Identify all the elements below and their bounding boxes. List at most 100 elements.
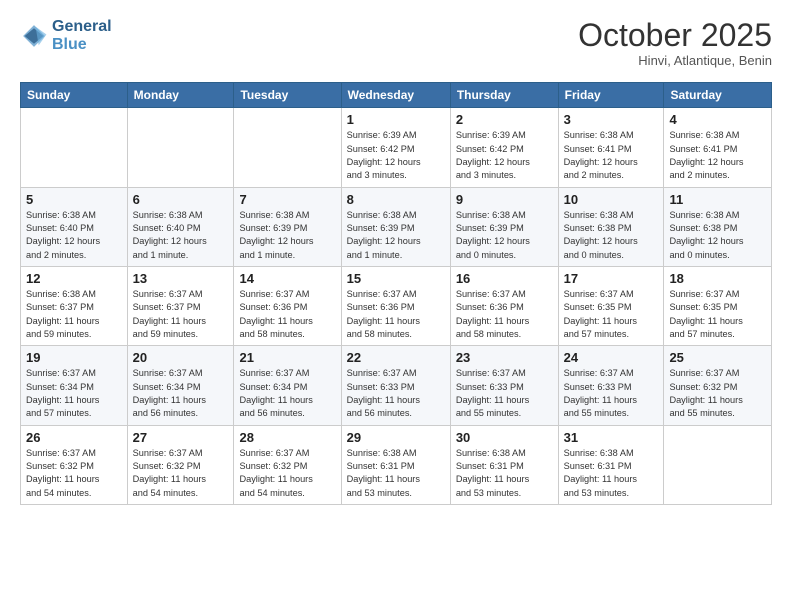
calendar-cell: 2Sunrise: 6:39 AM Sunset: 6:42 PM Daylig… [450, 108, 558, 187]
page: General Blue October 2025 Hinvi, Atlanti… [0, 0, 792, 523]
day-number: 15 [347, 271, 445, 286]
day-info: Sunrise: 6:39 AM Sunset: 6:42 PM Dayligh… [456, 129, 553, 182]
day-info: Sunrise: 6:39 AM Sunset: 6:42 PM Dayligh… [347, 129, 445, 182]
logo-text: General Blue [52, 18, 112, 53]
week-row-3: 12 Sunrise: 6:38 AM Sunset: 6:37 PM Dayli… [21, 266, 772, 345]
day-info: Sunrise: 6:37 AM Sunset: 6:34 PM Dayligh… [239, 367, 335, 420]
day-info: Sunrise: 6:38 AM Sunset: 6:40 PM Dayligh… [133, 209, 229, 262]
calendar-cell: 29 Sunrise: 6:38 AM Sunset: 6:31 PM Dayli… [341, 425, 450, 504]
day-number: 7 [239, 192, 335, 207]
day-info: Sunrise: 6:38 AM Sunset: 6:38 PM Dayligh… [564, 209, 659, 262]
calendar-cell: 22Sunrise: 6:37 AM Sunset: 6:33 PM Dayli… [341, 346, 450, 425]
day-info: Sunrise: 6:37 AM Sunset: 6:32 PM Dayligh… [239, 447, 335, 500]
day-info: Sunrise: 6:37 AM Sunset: 6:32 PM Dayligh… [26, 447, 122, 500]
day-number: 25 [669, 350, 766, 365]
calendar-cell: 23 Sunrise: 6:37 AM Sunset: 6:33 PM Dayli… [450, 346, 558, 425]
day-number: 4 [669, 112, 766, 127]
day-info: Sunrise: 6:37 AM Sunset: 6:36 PM Dayligh… [239, 288, 335, 341]
calendar-cell: 6 Sunrise: 6:38 AM Sunset: 6:40 PM Daylig… [127, 187, 234, 266]
day-number: 14 [239, 271, 335, 286]
day-number: 19 [26, 350, 122, 365]
day-number: 13 [133, 271, 229, 286]
day-info: Sunrise: 6:37 AM Sunset: 6:32 PM Dayligh… [133, 447, 229, 500]
day-number: 10 [564, 192, 659, 207]
day-info: Sunrise: 6:37 AM Sunset: 6:33 PM Dayligh… [456, 367, 553, 420]
weekday-header-sunday: Sunday [21, 83, 128, 108]
day-info: Sunrise: 6:37 AM Sunset: 6:32 PM Dayligh… [669, 367, 766, 420]
day-info: Sunrise: 6:37 AM Sunset: 6:34 PM Dayligh… [26, 367, 122, 420]
calendar-cell: 25 Sunrise: 6:37 AM Sunset: 6:32 PM Dayli… [664, 346, 772, 425]
week-row-5: 26 Sunrise: 6:37 AM Sunset: 6:32 PM Dayli… [21, 425, 772, 504]
day-number: 11 [669, 192, 766, 207]
day-info: Sunrise: 6:37 AM Sunset: 6:37 PM Dayligh… [133, 288, 229, 341]
weekday-header-wednesday: Wednesday [341, 83, 450, 108]
day-number: 12 [26, 271, 122, 286]
calendar-cell: 20 Sunrise: 6:37 AM Sunset: 6:34 PM Dayli… [127, 346, 234, 425]
week-row-4: 19 Sunrise: 6:37 AM Sunset: 6:34 PM Dayli… [21, 346, 772, 425]
day-info: Sunrise: 6:38 AM Sunset: 6:38 PM Dayligh… [669, 209, 766, 262]
day-number: 30 [456, 430, 553, 445]
day-info: Sunrise: 6:37 AM Sunset: 6:36 PM Dayligh… [347, 288, 445, 341]
day-info: Sunrise: 6:38 AM Sunset: 6:37 PM Dayligh… [26, 288, 122, 341]
weekday-header-monday: Monday [127, 83, 234, 108]
calendar-cell: 5 Sunrise: 6:38 AM Sunset: 6:40 PM Daylig… [21, 187, 128, 266]
logo: General Blue [20, 18, 112, 53]
calendar-cell [664, 425, 772, 504]
day-number: 23 [456, 350, 553, 365]
day-info: Sunrise: 6:37 AM Sunset: 6:34 PM Dayligh… [133, 367, 229, 420]
day-info: Sunrise: 6:38 AM Sunset: 6:39 PM Dayligh… [239, 209, 335, 262]
month-title: October 2025 [578, 18, 772, 53]
day-number: 20 [133, 350, 229, 365]
calendar-cell: 1 Sunrise: 6:39 AM Sunset: 6:42 PM Daylig… [341, 108, 450, 187]
location: Hinvi, Atlantique, Benin [578, 53, 772, 68]
calendar-cell: 28 Sunrise: 6:37 AM Sunset: 6:32 PM Dayli… [234, 425, 341, 504]
day-info: Sunrise: 6:37 AM Sunset: 6:33 PM Dayligh… [564, 367, 659, 420]
calendar-cell [127, 108, 234, 187]
day-info: Sunrise: 6:37 AM Sunset: 6:33 PM Dayligh… [347, 367, 445, 420]
day-info: Sunrise: 6:38 AM Sunset: 6:40 PM Dayligh… [26, 209, 122, 262]
weekday-header-friday: Friday [558, 83, 664, 108]
day-number: 28 [239, 430, 335, 445]
calendar-cell: 8 Sunrise: 6:38 AM Sunset: 6:39 PM Daylig… [341, 187, 450, 266]
calendar-cell: 3Sunrise: 6:38 AM Sunset: 6:41 PM Daylig… [558, 108, 664, 187]
day-number: 17 [564, 271, 659, 286]
calendar-cell: 21Sunrise: 6:37 AM Sunset: 6:34 PM Dayli… [234, 346, 341, 425]
day-number: 5 [26, 192, 122, 207]
weekday-header-row: SundayMondayTuesdayWednesdayThursdayFrid… [21, 83, 772, 108]
calendar-cell: 9Sunrise: 6:38 AM Sunset: 6:39 PM Daylig… [450, 187, 558, 266]
calendar-cell: 24Sunrise: 6:37 AM Sunset: 6:33 PM Dayli… [558, 346, 664, 425]
day-number: 8 [347, 192, 445, 207]
day-info: Sunrise: 6:38 AM Sunset: 6:31 PM Dayligh… [347, 447, 445, 500]
day-info: Sunrise: 6:38 AM Sunset: 6:31 PM Dayligh… [456, 447, 553, 500]
calendar: SundayMondayTuesdayWednesdayThursdayFrid… [20, 82, 772, 505]
calendar-cell: 13 Sunrise: 6:37 AM Sunset: 6:37 PM Dayli… [127, 266, 234, 345]
calendar-cell: 16Sunrise: 6:37 AM Sunset: 6:36 PM Dayli… [450, 266, 558, 345]
calendar-cell: 19 Sunrise: 6:37 AM Sunset: 6:34 PM Dayli… [21, 346, 128, 425]
day-number: 29 [347, 430, 445, 445]
title-block: October 2025 Hinvi, Atlantique, Benin [578, 18, 772, 68]
day-number: 18 [669, 271, 766, 286]
weekday-header-thursday: Thursday [450, 83, 558, 108]
calendar-cell [234, 108, 341, 187]
week-row-1: 1 Sunrise: 6:39 AM Sunset: 6:42 PM Daylig… [21, 108, 772, 187]
day-info: Sunrise: 6:38 AM Sunset: 6:41 PM Dayligh… [564, 129, 659, 182]
calendar-cell: 26 Sunrise: 6:37 AM Sunset: 6:32 PM Dayli… [21, 425, 128, 504]
day-info: Sunrise: 6:38 AM Sunset: 6:39 PM Dayligh… [347, 209, 445, 262]
calendar-cell: 27 Sunrise: 6:37 AM Sunset: 6:32 PM Dayli… [127, 425, 234, 504]
calendar-cell: 7 Sunrise: 6:38 AM Sunset: 6:39 PM Daylig… [234, 187, 341, 266]
calendar-cell: 14 Sunrise: 6:37 AM Sunset: 6:36 PM Dayli… [234, 266, 341, 345]
day-info: Sunrise: 6:38 AM Sunset: 6:41 PM Dayligh… [669, 129, 766, 182]
day-number: 6 [133, 192, 229, 207]
week-row-2: 5 Sunrise: 6:38 AM Sunset: 6:40 PM Daylig… [21, 187, 772, 266]
weekday-header-tuesday: Tuesday [234, 83, 341, 108]
logo-icon [20, 22, 48, 50]
weekday-header-saturday: Saturday [664, 83, 772, 108]
calendar-cell: 10 Sunrise: 6:38 AM Sunset: 6:38 PM Dayli… [558, 187, 664, 266]
day-info: Sunrise: 6:37 AM Sunset: 6:36 PM Dayligh… [456, 288, 553, 341]
day-number: 1 [347, 112, 445, 127]
calendar-cell [21, 108, 128, 187]
day-number: 26 [26, 430, 122, 445]
day-info: Sunrise: 6:38 AM Sunset: 6:39 PM Dayligh… [456, 209, 553, 262]
calendar-cell: 12 Sunrise: 6:38 AM Sunset: 6:37 PM Dayli… [21, 266, 128, 345]
day-number: 27 [133, 430, 229, 445]
